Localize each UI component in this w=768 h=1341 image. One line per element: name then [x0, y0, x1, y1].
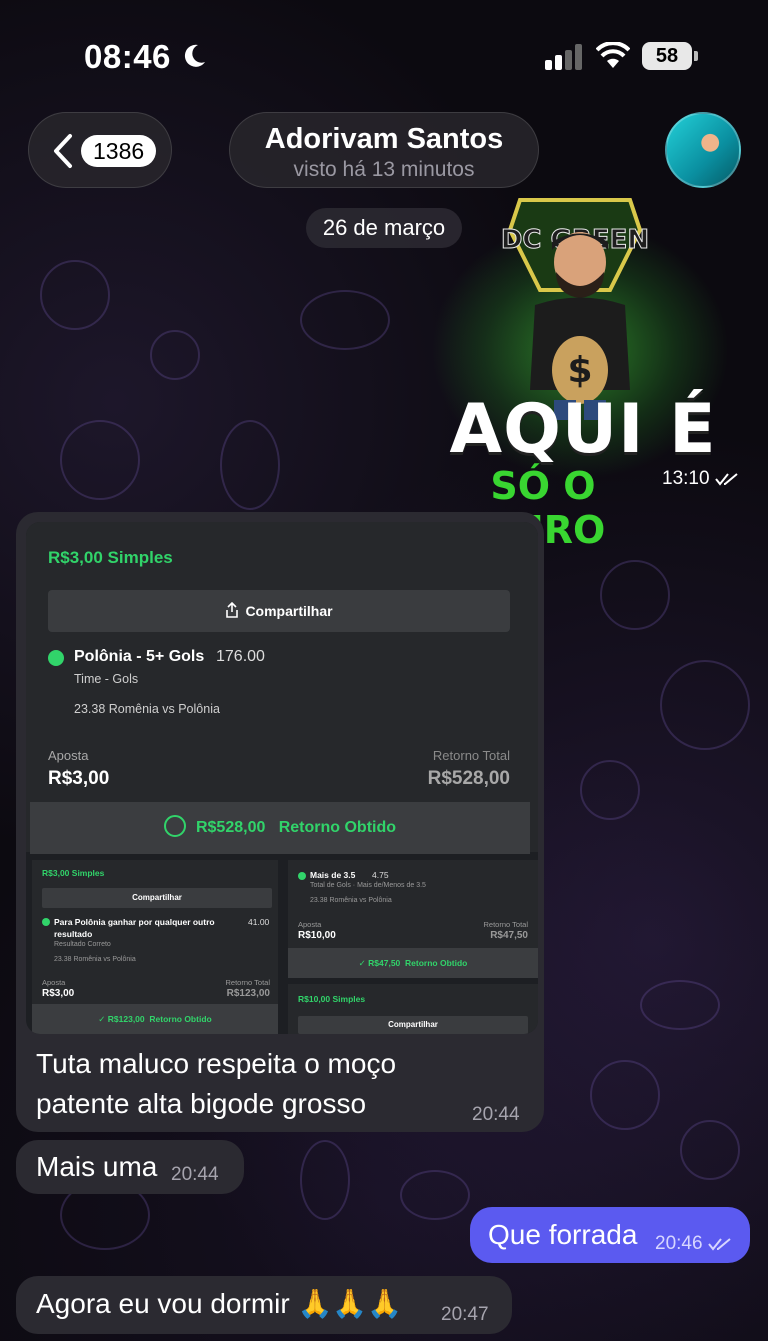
mini-event: 23.38 Romênia vs Polônia: [54, 956, 136, 963]
mini-return-label: Retorno Total: [483, 920, 528, 929]
status-time: 08:46: [84, 38, 171, 75]
selection-name: Polônia - 5+ Gols: [74, 648, 205, 665]
outgoing-message[interactable]: Que forrada 20:46: [470, 1207, 750, 1263]
mini-odds: 41.00: [248, 917, 270, 927]
mini-selection-line1: Para Polônia ganhar por qualquer outro: [54, 917, 215, 927]
incoming-message[interactable]: Mais uma 20:44: [16, 1140, 244, 1194]
contact-last-seen: visto há 13 minutos: [293, 158, 475, 181]
check-circle-icon: [48, 650, 64, 666]
moon-icon: [184, 44, 205, 67]
svg-text:$: $: [567, 350, 592, 391]
status-bar: 08:46 58: [0, 0, 768, 110]
result-label: Retorno Obtido: [278, 819, 397, 836]
sticker-text-line1: AQUI É: [449, 390, 717, 469]
sticker-message[interactable]: DC GREEN $ AQUI É SÓ O OURO 13:10: [420, 180, 740, 552]
mini-result-bar: ✓ R$123,00 Retorno Obtido: [32, 1004, 278, 1034]
share-label: Compartilhar: [245, 603, 333, 619]
share-icon: [226, 602, 239, 618]
message-text-line2: patente alta bigode grosso: [36, 1088, 367, 1119]
stake-label: Aposta: [48, 748, 89, 763]
mini-result-label: Retorno Obtido: [149, 1014, 212, 1024]
bet-slip-mini-right-bottom: R$10,00 Simples Compartilhar: [288, 984, 538, 1034]
mini-odds: 4.75: [372, 870, 389, 880]
result-amount: R$528,00: [195, 819, 266, 836]
mini-title: R$3,00 Simples: [42, 868, 105, 878]
return-label: Retorno Total: [432, 748, 510, 763]
message-text: Que forrada: [488, 1219, 638, 1250]
mini-title: R$10,00 Simples: [298, 994, 366, 1004]
mini-result-amount: R$123,00: [107, 1014, 145, 1024]
message-timestamp: 20:47: [441, 1304, 489, 1325]
mini-stake-label: Aposta: [298, 920, 322, 929]
mini-share-label: Compartilhar: [132, 893, 182, 902]
bet-result-bar: R$528,00 Retorno Obtido: [30, 802, 530, 854]
double-check-icon: [715, 473, 738, 486]
mini-return-value: R$123,00: [226, 988, 270, 999]
mini-return-value: R$47,50: [490, 930, 528, 941]
back-button[interactable]: 1386: [28, 112, 172, 188]
mini-selection: Mais de 3.5: [310, 870, 356, 880]
mini-event: 23.38 Romênia vs Polônia: [310, 897, 392, 904]
message-timestamp: 20:44: [472, 1104, 520, 1125]
message-time-text: 20:46: [655, 1233, 703, 1254]
check-circle-icon: [298, 872, 306, 880]
unread-badge: 1386: [81, 135, 157, 167]
mini-return-label: Retorno Total: [225, 978, 270, 987]
check-circle-icon: [42, 918, 50, 926]
selection-market: Time - Gols: [74, 672, 139, 686]
mini-market: Resultado Correto: [54, 941, 111, 948]
message-timestamp: 20:44: [171, 1164, 219, 1185]
share-button: Compartilhar: [48, 590, 510, 632]
mini-result-bar: ✓ R$47,50 Retorno Obtido: [288, 948, 538, 978]
mini-result-amount: R$47,50: [368, 958, 401, 968]
mini-stake-label: Aposta: [42, 978, 66, 987]
bet-slip-mini-left: R$3,00 Simples Compartilhar Para Polônia…: [32, 860, 278, 1034]
mini-share-label: Compartilhar: [388, 1020, 438, 1029]
mini-market: Total de Gols · Mais de/Menos de 3.5: [310, 882, 426, 889]
mini-selection-line2: resultado: [54, 929, 93, 939]
stake-value: R$3,00: [48, 768, 110, 789]
contact-name: Adorivam Santos: [264, 123, 504, 155]
double-check-icon: [708, 1238, 731, 1251]
message-text: Agora eu vou dormir 🙏🙏🙏: [36, 1288, 403, 1319]
battery-icon: 58: [642, 42, 698, 70]
message-text-line1: Tuta maluco respeita o moço: [36, 1048, 397, 1079]
mini-share-button: Compartilhar: [298, 1016, 528, 1034]
mini-share-button: Compartilhar: [42, 888, 272, 908]
message-text: Mais uma: [36, 1151, 158, 1182]
bet-screenshot[interactable]: R$3,00 Simples Compartilhar Polônia - 5+…: [26, 522, 538, 1034]
selection-event: 23.38 Romênia vs Polônia: [74, 702, 220, 716]
battery-level: 58: [642, 42, 692, 70]
message-text: Tuta maluco respeita o moço patente alta…: [36, 1044, 396, 1124]
selection-odds: 176.00: [216, 648, 265, 665]
avatar[interactable]: [665, 112, 741, 188]
check-circle-icon: [163, 815, 186, 837]
mini-result-label: Retorno Obtido: [405, 958, 468, 968]
bet-slip-mini-right-top: Mais de 3.5 4.75 Total de Gols · Mais de…: [288, 860, 538, 978]
bet-title: R$3,00 Simples: [48, 548, 173, 567]
mini-stake-value: R$3,00: [42, 988, 75, 999]
message-timestamp: 13:10: [662, 468, 739, 490]
wifi-icon: [596, 42, 630, 68]
incoming-message[interactable]: Agora eu vou dormir 🙏🙏🙏 20:47: [16, 1276, 512, 1334]
contact-header[interactable]: Adorivam Santos visto há 13 minutos: [229, 112, 539, 188]
return-value: R$528,00: [427, 768, 510, 789]
signal-icon: [545, 44, 582, 70]
message-timestamp: 20:46: [655, 1233, 732, 1255]
chevron-left-icon: [54, 134, 72, 168]
mini-stake-value: R$10,00: [298, 930, 336, 941]
sticker-time-text: 13:10: [662, 468, 710, 489]
incoming-photo-message[interactable]: R$3,00 Simples Compartilhar Polônia - 5+…: [16, 512, 544, 1132]
